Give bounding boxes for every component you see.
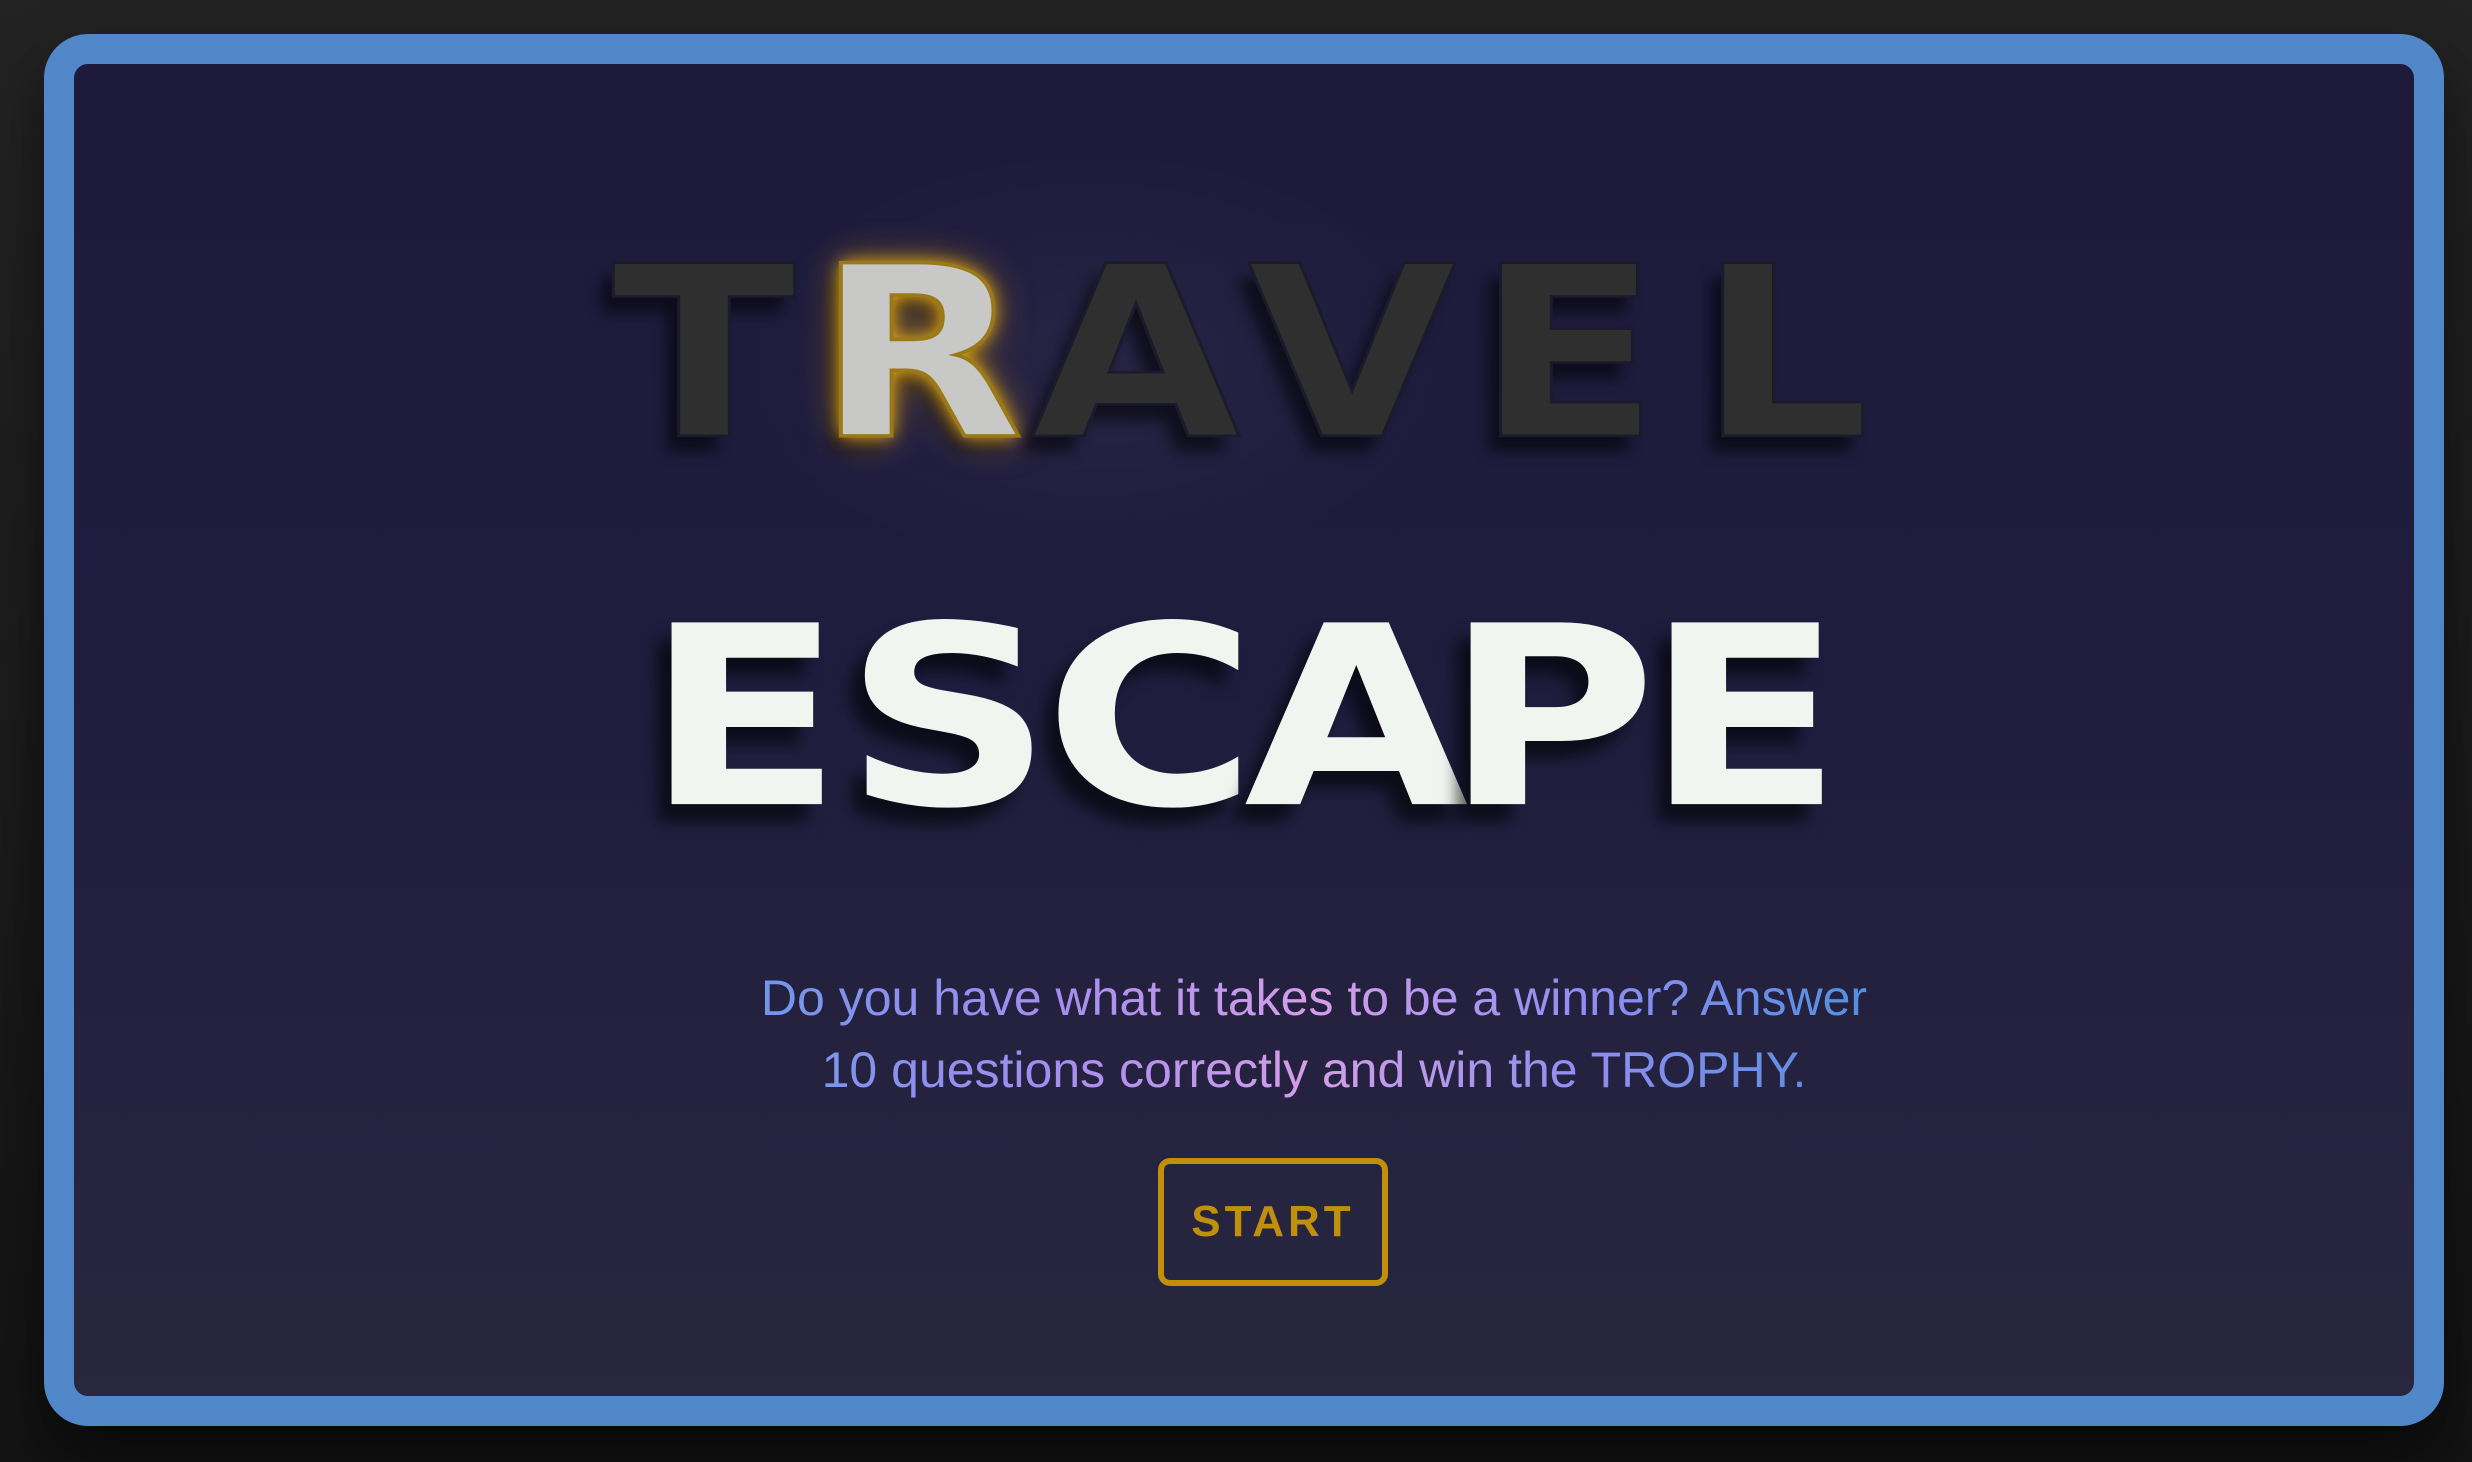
title-line-travel: TRAVE L [74,214,2414,493]
start-button[interactable]: START [1158,1158,1388,1286]
travel-letter-r-lit: R [814,214,1026,493]
travel-letter-v: V [1246,214,1458,493]
travel-letter-t: T [610,214,797,493]
escape-letter-p: P [1444,573,1657,864]
escape-letter-a: A [1244,573,1469,864]
game-frame: TRAVE L ESCAPE Do you have what it takes … [44,34,2444,1426]
title-line-escape: ESCAPE [74,584,2414,854]
tagline-line-2: 10 questions correctly and win the TROPH… [821,1042,1807,1098]
travel-letter-l: L [1696,214,1871,493]
escape-letter-e-2: E [1644,573,1844,864]
travel-letter-e: E [1474,214,1661,493]
tagline: Do you have what it takes to be a winner… [634,962,1994,1106]
escape-letter-c: C [1044,573,1257,864]
escape-letter-e: E [644,573,844,864]
title-screen: TRAVE L ESCAPE Do you have what it takes … [74,64,2414,1396]
tagline-line-1: Do you have what it takes to be a winner… [760,970,1868,1026]
travel-letter-a: A [1030,214,1242,493]
escape-letter-s: S [844,573,1053,864]
